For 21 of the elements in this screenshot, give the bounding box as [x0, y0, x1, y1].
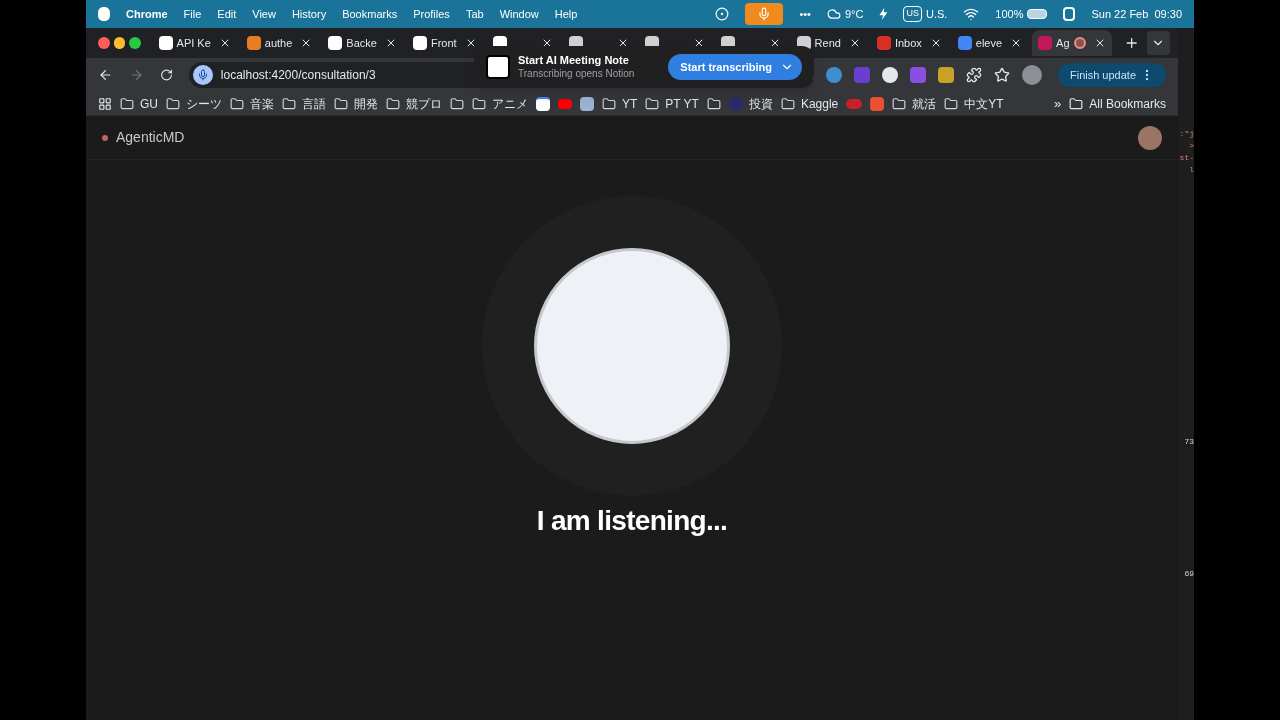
tab-title: Backe [346, 35, 377, 51]
tab-title: API Ke [176, 35, 211, 51]
code-fragment: > [1189, 140, 1194, 152]
tab-title: Ag [1056, 35, 1070, 51]
code-fragment: :"j [1179, 128, 1194, 140]
popup-subtitle: Transcribing opens Notion [518, 67, 635, 81]
code-fragment: st- [1179, 152, 1194, 164]
listening-message: I am listening... [536, 504, 728, 538]
brand-name: AgenticMD [116, 128, 185, 147]
tab-title: authe [264, 35, 293, 51]
tab-title: Rend [814, 35, 841, 51]
line-number: 69 [1184, 568, 1194, 580]
code-fragment: l [1189, 164, 1194, 176]
weather-temperature: 9°C [844, 6, 864, 22]
battery-percentage: 100% [995, 6, 1024, 22]
tab-title: Inbox [894, 35, 922, 51]
line-number: 73 [1184, 436, 1194, 448]
tab-title: Front [430, 35, 457, 51]
url-text: localhost:4200/consultation/3 [220, 67, 376, 84]
tab-title: eleve [975, 35, 1003, 51]
popup-title: Start AI Meeting Note [518, 53, 630, 68]
